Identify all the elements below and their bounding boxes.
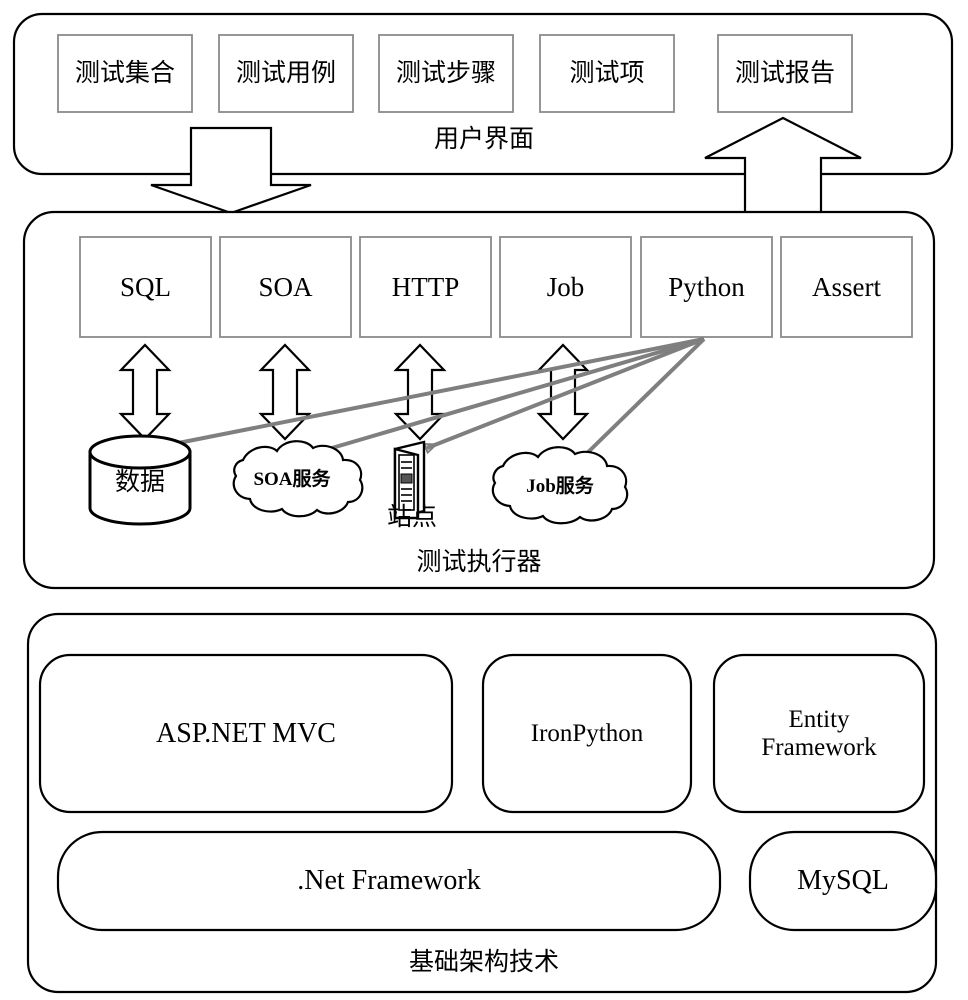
executor-layer-caption: 测试执行器 [416,549,542,576]
module-label-assert[interactable]: Assert [781,237,912,337]
resource-label-job-service: Job服务 [526,476,594,498]
ui-card-label-3[interactable]: 测试步骤 [379,35,513,112]
module-label-python[interactable]: Python [641,237,772,337]
ui-card-label-2[interactable]: 测试用例 [219,35,353,112]
double-arrow-sql [118,343,172,441]
tech-label-ironpython[interactable]: IronPython [483,655,691,812]
python-resource-links [153,337,706,462]
double-arrow-soa [258,343,312,441]
tech-label-aspnet-mvc[interactable]: ASP.NET MVC [40,655,452,812]
tech-label-mysql[interactable]: MySQL [750,832,936,930]
python-to-soa-arrow [291,337,705,460]
resource-label-site: 站点 [386,504,437,531]
double-arrow-http [393,343,447,441]
ui-layer-caption: 用户界面 [433,126,534,153]
python-to-site-arrow [427,337,705,448]
module-label-http[interactable]: HTTP [360,237,491,337]
ui-card-label-1[interactable]: 测试集合 [58,35,192,112]
ui-card-label-5[interactable]: 测试报告 [718,35,852,112]
module-label-sql[interactable]: SQL [80,237,211,337]
down-block-arrow [150,126,312,215]
module-label-job[interactable]: Job [500,237,631,337]
double-arrow-job [536,343,590,441]
module-label-soa[interactable]: SOA [220,237,351,337]
resource-label-soa-service: SOA服务 [253,469,331,491]
up-block-arrow [704,116,862,215]
tech-label-net-framework[interactable]: .Net Framework [58,832,720,930]
ui-card-label-4[interactable]: 测试项 [540,35,674,112]
python-to-data-arrow [153,337,705,448]
tech-label-entity-framework[interactable]: Entity Framework [714,655,924,812]
infrastructure-layer-caption: 基础架构技术 [408,949,559,976]
architecture-diagram: 测试集合 测试用例 测试步骤 测试项 测试报告 用户界面 SQL SOA HTT… [0,0,968,1000]
python-to-job-arrow [578,337,706,462]
resource-label-data: 数据 [114,469,165,496]
